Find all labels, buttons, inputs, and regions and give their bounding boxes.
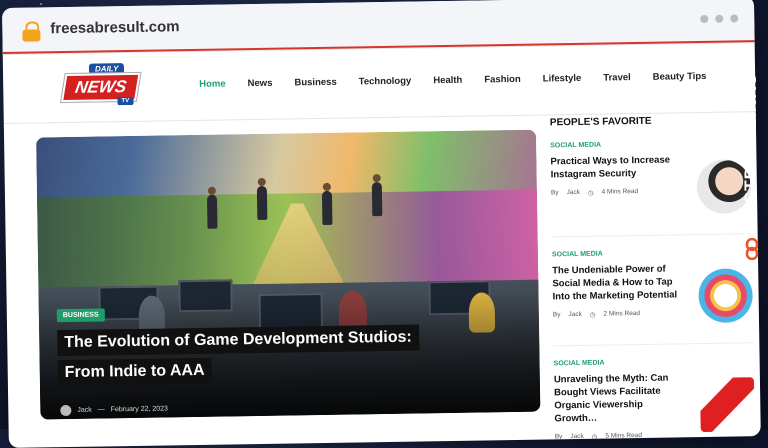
clock-icon: ◷ — [591, 433, 598, 441]
nav-home[interactable]: Home — [199, 78, 226, 89]
hero-title-line1: The Evolution of Game Development Studio… — [57, 324, 420, 357]
item-author-prefix: By — [554, 433, 563, 441]
nav-technology[interactable]: Technology — [359, 76, 412, 88]
site-logo[interactable]: DAILY NEWS TV — [59, 63, 146, 114]
main-nav: Home News Business Technology Health Fas… — [199, 71, 728, 90]
window-dots-icon[interactable] — [700, 14, 739, 24]
star — [40, 3, 42, 5]
hero-title[interactable]: The Evolution of Game Development Studio… — [57, 324, 420, 390]
item-title[interactable]: Unraveling the Myth: Can Bought Views Fa… — [554, 371, 685, 425]
item-author[interactable]: Jack — [567, 189, 580, 197]
category-badge[interactable]: BUSINESS — [56, 308, 105, 323]
item-title[interactable]: The Undeniable Power of Social Media & H… — [552, 262, 683, 303]
hero-meta: Jack — February 22, 2023 — [60, 403, 168, 417]
figure — [321, 190, 333, 225]
browser-window: freesabresult.com DAILY NEWS TV Home New… — [2, 0, 761, 448]
guestpostlinks-watermark: GUESTPOSTLINKS — [738, 40, 768, 300]
clock-icon: ◷ — [589, 311, 596, 319]
site-header: DAILY NEWS TV Home News Business Technol… — [2, 43, 756, 124]
nav-news[interactable]: News — [248, 78, 273, 89]
meta-separator: — — [97, 406, 105, 414]
avatar-icon — [60, 404, 72, 417]
hero-date: February 22, 2023 — [110, 405, 168, 414]
figure — [256, 185, 268, 221]
item-category[interactable]: SOCIAL MEDIA — [550, 139, 750, 150]
hero-author[interactable]: Jack — [77, 407, 92, 414]
item-author-prefix: By — [552, 311, 561, 319]
nav-beauty-tips[interactable]: Beauty Tips — [653, 71, 707, 83]
item-read-time: 2 Mins Read — [603, 310, 641, 318]
lock-icon — [22, 21, 41, 42]
item-thumbnail[interactable] — [699, 377, 755, 433]
figure — [206, 194, 218, 229]
logo-tv: TV — [117, 96, 134, 106]
item-meta: By Jack ◷ 5 Mins Read — [555, 430, 755, 441]
link-icon — [745, 238, 759, 260]
nav-health[interactable]: Health — [433, 75, 462, 86]
nav-travel[interactable]: Travel — [603, 72, 631, 83]
figure — [371, 182, 383, 217]
nav-lifestyle[interactable]: Lifestyle — [543, 73, 582, 85]
list-item[interactable]: SOCIAL MEDIA Practical Ways to Increase … — [550, 139, 752, 238]
list-item[interactable]: SOCIAL MEDIA The Undeniable Power of Soc… — [551, 248, 754, 347]
item-category[interactable]: SOCIAL MEDIA — [552, 248, 752, 259]
sidebar-peoples-favorite: PEOPLE'S FAVORITE SOCIAL MEDIA Practical… — [550, 114, 755, 448]
nav-business[interactable]: Business — [294, 77, 336, 89]
url-text[interactable]: freesabresult.com — [50, 18, 179, 37]
hero-article[interactable]: BUSINESS The Evolution of Game Developme… — [36, 129, 541, 420]
item-author-prefix: By — [550, 189, 559, 197]
item-read-time: 4 Mins Read — [601, 188, 639, 196]
sidebar-heading: PEOPLE'S FAVORITE — [549, 115, 652, 129]
list-item[interactable]: SOCIAL MEDIA Unraveling the Myth: Can Bo… — [554, 357, 755, 448]
clock-icon: ◷ — [587, 189, 594, 197]
item-title[interactable]: Practical Ways to Increase Instagram Sec… — [550, 153, 680, 181]
watermark-text: GUESTPOSTLINKS — [741, 73, 760, 243]
item-author[interactable]: Jack — [570, 433, 583, 441]
item-author[interactable]: Jack — [568, 311, 581, 319]
hero-title-line2: From Indie to AAA — [57, 357, 212, 387]
item-category[interactable]: SOCIAL MEDIA — [554, 357, 754, 368]
item-read-time: 5 Mins Read — [605, 432, 642, 440]
nav-fashion[interactable]: Fashion — [484, 74, 521, 86]
